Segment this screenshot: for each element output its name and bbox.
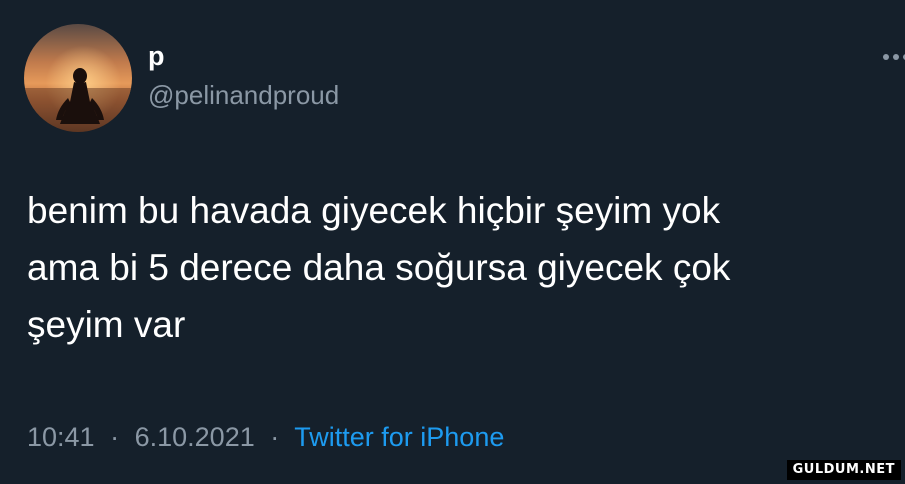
avatar[interactable]	[24, 24, 132, 132]
tweet-meta: 10:41 · 6.10.2021 · Twitter for iPhone	[27, 419, 504, 455]
tweet-source-link[interactable]: Twitter for iPhone	[294, 422, 504, 452]
tweet-time[interactable]: 10:41	[27, 422, 95, 452]
avatar-image	[24, 24, 132, 132]
site-watermark: GULDUM.NET	[786, 460, 901, 480]
more-dots-icon[interactable]	[883, 51, 905, 63]
tweet-date[interactable]: 6.10.2021	[135, 422, 255, 452]
user-handle[interactable]: @pelinandproud	[148, 79, 339, 111]
display-name[interactable]: p	[148, 40, 165, 72]
tweet-text: benim bu havada giyecek hiçbir şeyim yok…	[27, 190, 731, 345]
meta-separator: ·	[110, 422, 120, 452]
meta-separator: ·	[270, 422, 280, 452]
